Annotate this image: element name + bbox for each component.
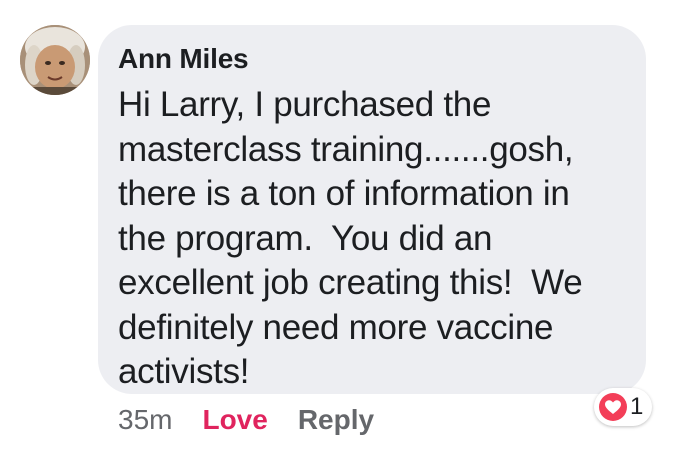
heart-icon (599, 393, 627, 421)
love-button[interactable]: Love (202, 400, 267, 440)
reply-button[interactable]: Reply (298, 400, 374, 440)
reaction-summary[interactable]: 1 (594, 388, 653, 426)
avatar-image (20, 25, 90, 95)
comment-text: Hi Larry, I purchased the masterclass tr… (118, 85, 583, 391)
comment-timestamp[interactable]: 35m (118, 400, 172, 440)
avatar[interactable] (20, 25, 90, 95)
comment-author[interactable]: Ann Miles (118, 41, 624, 77)
comment-bubble: Ann Miles Hi Larry, I purchased the mast… (98, 25, 646, 394)
comment: Ann Miles Hi Larry, I purchased the mast… (0, 0, 700, 461)
comment-actions: 35m Love Reply (118, 400, 374, 440)
reaction-count: 1 (630, 393, 644, 420)
